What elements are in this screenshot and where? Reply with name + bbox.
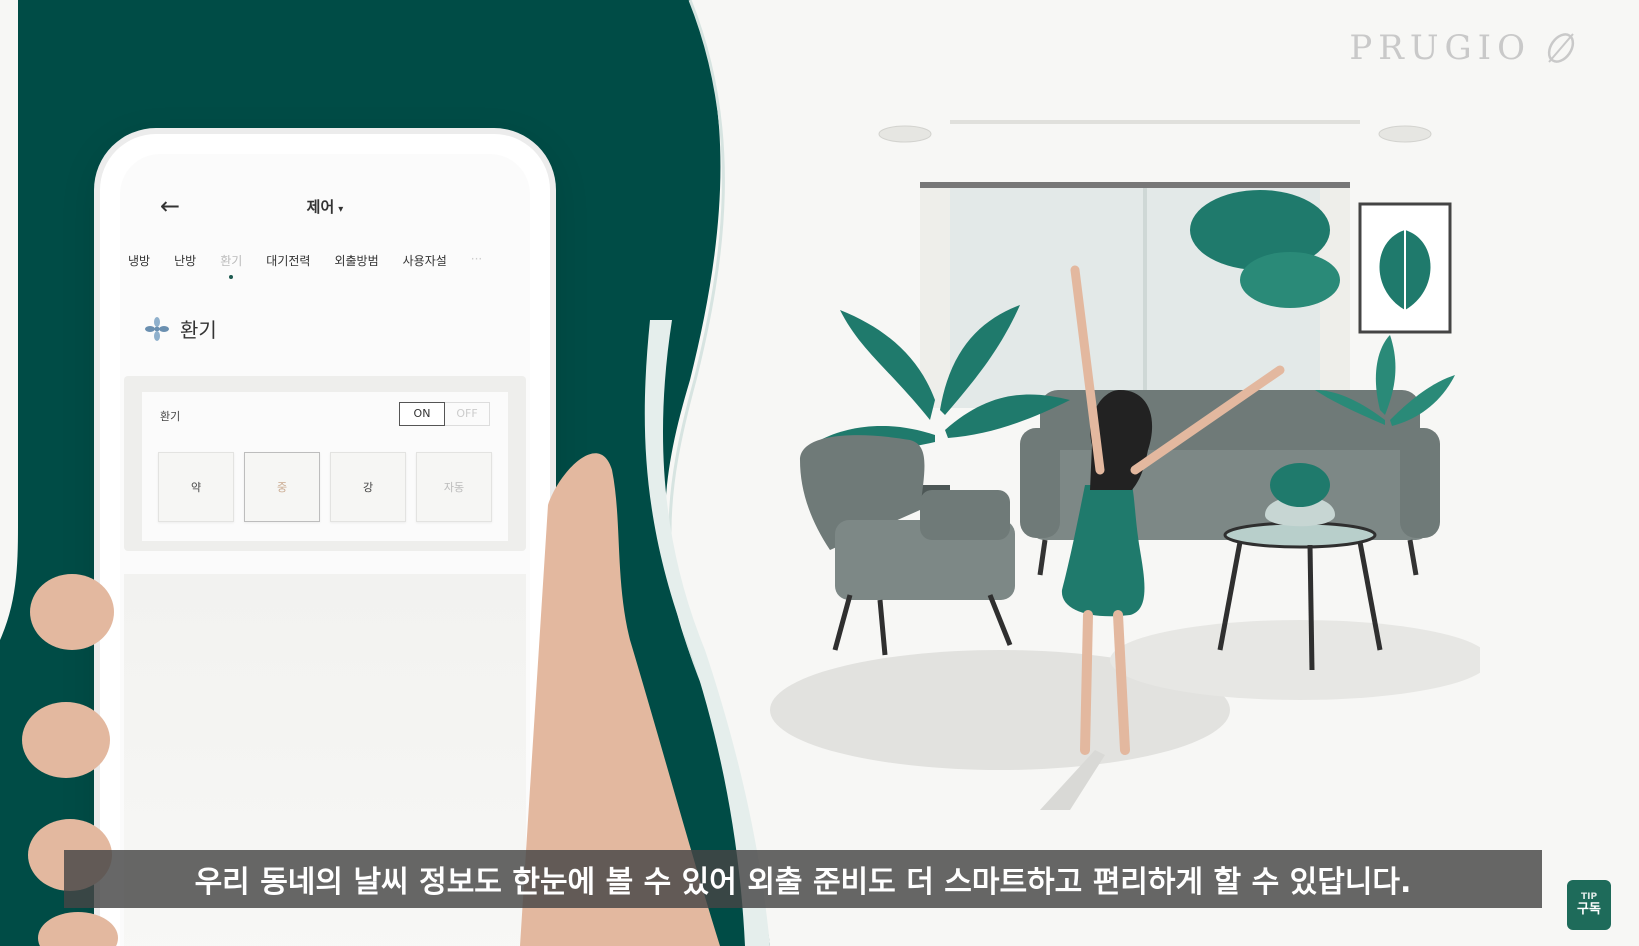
tab-heating[interactable]: 난방 — [174, 252, 196, 269]
level-medium-button[interactable]: 중 — [244, 452, 320, 522]
subtitle-bar: 우리 동네의 날씨 정보도 한눈에 볼 수 있어 외출 준비도 더 스마트하고 … — [64, 850, 1542, 908]
tab-more[interactable]: ··· — [471, 252, 482, 269]
tab-user-settings[interactable]: 사용자설 — [403, 252, 447, 269]
leaf-icon — [1547, 33, 1575, 63]
video-frame: PRUGIO ← 제어 ▾ 냉방 난방 환기 대기전력 외출방범 사용자설 ··· — [0, 0, 1639, 946]
section-header: 환기 — [144, 314, 217, 343]
section-title: 환기 — [180, 318, 217, 342]
screen-title-label: 제어 — [306, 198, 335, 216]
ventilation-label: 환기 — [160, 410, 181, 423]
tab-cooling[interactable]: 냉방 — [128, 252, 150, 269]
screen-title[interactable]: 제어 ▾ — [140, 196, 510, 217]
level-auto-button[interactable]: 자동 — [416, 452, 492, 522]
brand-name: PRUGIO — [1349, 28, 1531, 68]
ventilation-card: 환기 ON OFF 약 중 강 자동 — [142, 392, 508, 541]
app-header: ← 제어 ▾ — [140, 192, 510, 222]
power-toggle: ON OFF — [399, 402, 490, 426]
fan-icon — [145, 316, 169, 341]
smartphone: ← 제어 ▾ 냉방 난방 환기 대기전력 외출방범 사용자설 ··· 환기 환기… — [100, 134, 550, 946]
level-high-button[interactable]: 강 — [330, 452, 406, 522]
tab-away-security[interactable]: 외출방범 — [334, 252, 378, 269]
app-screen: ← 제어 ▾ 냉방 난방 환기 대기전력 외출방범 사용자설 ··· 환기 환기… — [120, 154, 530, 946]
tab-standby-power[interactable]: 대기전력 — [266, 252, 310, 269]
brand-logo: PRUGIO — [1349, 28, 1579, 68]
subscribe-button[interactable]: TIP 구독 — [1567, 880, 1611, 930]
subscribe-badge-label: 구독 — [1577, 901, 1601, 917]
living-room-illustration — [770, 120, 1480, 810]
control-tabs: 냉방 난방 환기 대기전력 외출방범 사용자설 ··· — [128, 252, 520, 279]
subscribe-badge-top: TIP — [1580, 891, 1598, 902]
toggle-off-button[interactable]: OFF — [445, 402, 490, 426]
ventilation-panel: 환기 ON OFF 약 중 강 자동 — [124, 376, 526, 551]
fan-level-buttons: 약 중 강 자동 — [158, 452, 492, 522]
chevron-down-icon: ▾ — [338, 204, 344, 215]
toggle-on-button[interactable]: ON — [399, 402, 445, 426]
level-low-button[interactable]: 약 — [158, 452, 234, 522]
tab-ventilation[interactable]: 환기 — [220, 252, 242, 279]
subtitle-text: 우리 동네의 날씨 정보도 한눈에 볼 수 있어 외출 준비도 더 스마트하고 … — [194, 865, 1412, 900]
